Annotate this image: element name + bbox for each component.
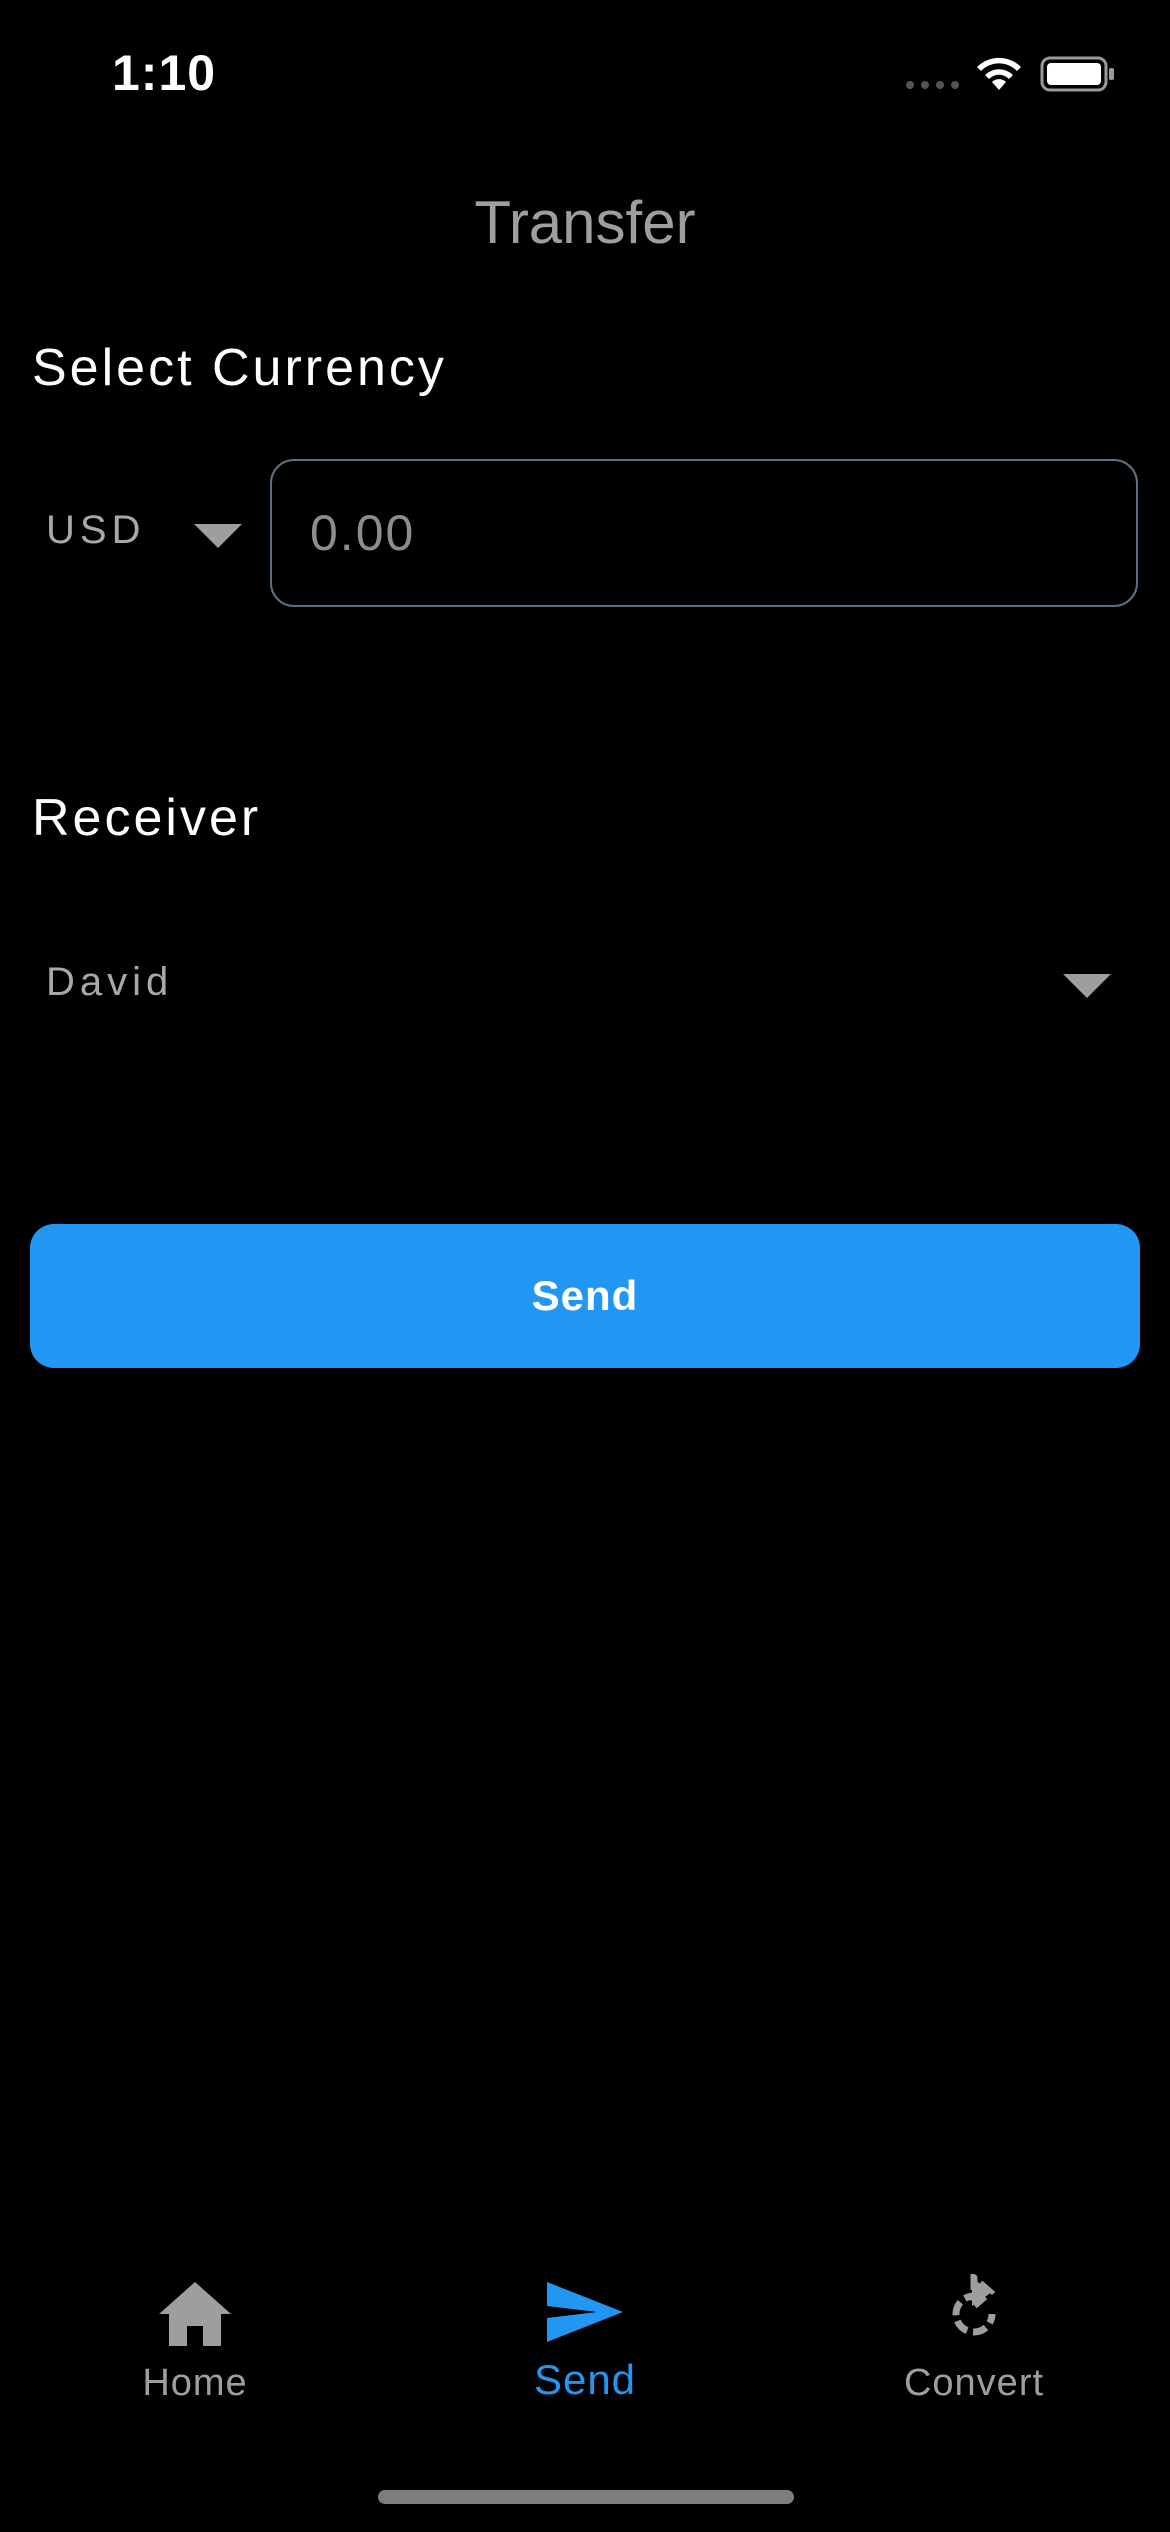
receiver-dropdown-value: David	[46, 960, 174, 1004]
send-icon	[547, 2282, 623, 2342]
chevron-down-icon	[194, 524, 242, 548]
tab-home[interactable]: Home	[45, 2250, 345, 2450]
tab-convert-label: Convert	[903, 2362, 1045, 2404]
status-bar: 1:10	[0, 0, 1170, 150]
cellular-signal-icon	[906, 81, 959, 89]
status-time: 1:10	[112, 45, 217, 101]
receiver-label: Receiver	[32, 789, 262, 847]
home-icon	[159, 2282, 231, 2346]
tab-home-label: Home	[142, 2362, 248, 2404]
page-title: Transfer	[474, 189, 696, 256]
receiver-dropdown[interactable]: David	[30, 930, 1140, 1040]
refresh-icon	[952, 2274, 996, 2336]
chevron-down-icon	[1063, 974, 1111, 998]
tab-convert[interactable]: Convert	[824, 2250, 1124, 2450]
currency-dropdown[interactable]: USD	[30, 480, 250, 580]
tab-send-label: Send	[533, 2356, 637, 2403]
amount-input[interactable]	[270, 459, 1138, 607]
tab-send[interactable]: Send	[435, 2250, 735, 2450]
currency-dropdown-value: USD	[46, 508, 146, 552]
select-currency-label: Select Currency	[32, 339, 447, 397]
battery-icon	[1040, 56, 1114, 92]
wifi-icon	[977, 57, 1021, 90]
bottom-tab-bar: Home Send Convert	[0, 2250, 1170, 2450]
home-indicator[interactable]	[378, 2490, 794, 2504]
send-button[interactable]: Send	[30, 1224, 1140, 1368]
